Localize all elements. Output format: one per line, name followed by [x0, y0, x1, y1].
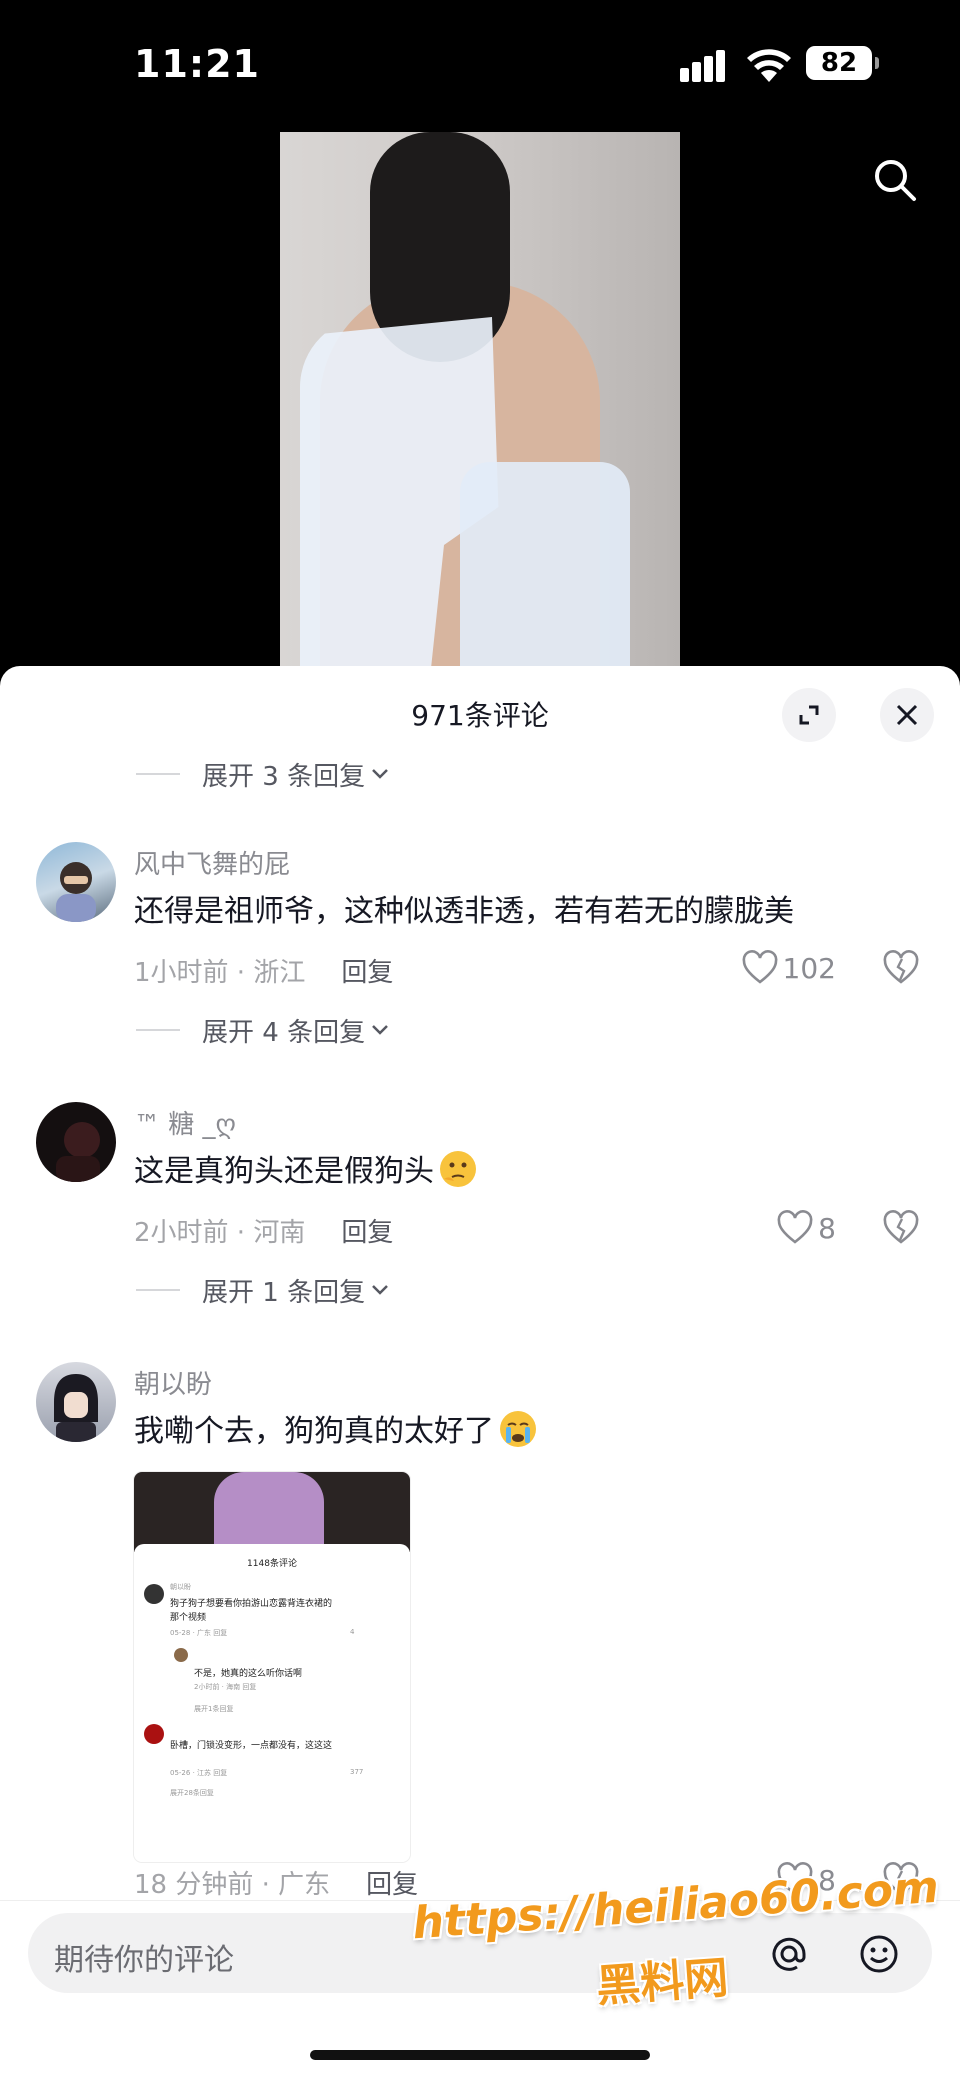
- chevron-down-icon: [372, 1025, 388, 1035]
- comment-text: 这是真狗头还是假狗头: [134, 1146, 478, 1190]
- thumbnail-expand-3: 展开28条回复: [170, 1789, 214, 1797]
- thumbnail-like-count: 4: [350, 1628, 355, 1636]
- heart-icon: [777, 1210, 813, 1244]
- crying-face-emoji-icon: [500, 1411, 536, 1447]
- chevron-down-icon: [372, 1285, 388, 1295]
- status-time: 11:21: [134, 42, 260, 86]
- comments-header: 971条评论: [0, 666, 960, 756]
- home-indicator[interactable]: [310, 2050, 650, 2060]
- status-bar: 11:21 82: [0, 0, 960, 130]
- comment-meta: 18 分钟前 · 广东 回复: [134, 1864, 418, 1901]
- thumbnail-avatar: [144, 1724, 164, 1744]
- wifi-icon: [747, 49, 791, 82]
- expand-replies-label: 展开 3 条回复: [202, 761, 366, 792]
- reply-button[interactable]: 回复: [366, 1870, 418, 1900]
- like-button[interactable]: 8: [776, 1210, 836, 1246]
- comment-username[interactable]: 风中飞舞的屁: [134, 844, 290, 881]
- reply-button[interactable]: 回复: [341, 1218, 393, 1248]
- expand-replies-button[interactable]: 展开 1 条回复: [136, 1270, 389, 1310]
- thumbnail-reply-text: 不是，她真的这么听你话啊: [194, 1669, 303, 1679]
- thumbnail-title: 1148条评论: [247, 1559, 297, 1569]
- close-comments-button[interactable]: [880, 688, 934, 742]
- avatar[interactable]: [36, 1362, 116, 1442]
- thumbnail-video-frame: [134, 1472, 410, 1552]
- dislike-icon[interactable]: [882, 950, 920, 986]
- watermark-text: 黑料网: [594, 1952, 730, 2013]
- thumbnail-comments-panel: 1148条评论 朝以盼 狗子狗子想要看你拍游山恋露背连衣裙的 那个视频 05-2…: [134, 1544, 410, 1862]
- expand-divider: [136, 773, 180, 775]
- avatar[interactable]: [36, 842, 116, 922]
- comment-input-placeholder: 期待你的评论: [54, 1943, 234, 1978]
- search-icon[interactable]: [870, 155, 920, 205]
- avatar-image: [56, 862, 96, 922]
- thumbnail-comment-meta: 05-28 · 广东 回复: [170, 1629, 228, 1637]
- reply-button[interactable]: 回复: [341, 958, 393, 988]
- comment-meta: 2小时前 · 河南 回复: [134, 1212, 393, 1249]
- avatar-image: [54, 1374, 98, 1442]
- comment-time-location: 2小时前 · 河南: [134, 1218, 306, 1248]
- comment-time-location: 18 分钟前 · 广东: [134, 1870, 331, 1900]
- like-count: 102: [782, 951, 836, 985]
- expand-replies-label: 展开 4 条回复: [202, 1017, 366, 1048]
- comment-time-location: 1小时前 · 浙江: [134, 958, 306, 988]
- comment-text-content: 我嘞个去，狗狗真的太好了: [134, 1414, 494, 1449]
- thumbnail-avatar: [174, 1648, 188, 1662]
- comment-text: 我嘞个去，狗狗真的太好了: [134, 1406, 538, 1450]
- video-player[interactable]: [280, 132, 680, 672]
- comment-username[interactable]: 朝以盼: [134, 1364, 212, 1401]
- comment-username[interactable]: ™ 糖 _ღ: [134, 1104, 236, 1141]
- thumbnail-comment-text-3: 卧槽，门锁没变形，一点都没有，这这这: [170, 1741, 333, 1751]
- thumbnail-reply-meta: 2小时前 · 海南 回复: [194, 1683, 257, 1691]
- close-icon: [896, 704, 918, 726]
- comment-text-content: 这是真狗头还是假狗头: [134, 1154, 434, 1189]
- thumbnail-avatar: [144, 1584, 164, 1604]
- avatar[interactable]: [36, 1102, 116, 1182]
- thumbnail-comment-meta-3: 05-26 · 江苏 回复: [170, 1769, 228, 1777]
- fullscreen-icon: [799, 705, 819, 725]
- thumbnail-expand: 展开1条回复: [194, 1705, 234, 1713]
- thumbnail-figure: [214, 1472, 324, 1552]
- thinking-face-emoji-icon: [440, 1151, 476, 1187]
- emoji-icon[interactable]: [858, 1933, 900, 1975]
- comment-meta: 1小时前 · 浙江 回复: [134, 952, 393, 989]
- thumbnail-comment-text: 狗子狗子想要看你拍游山恋露背连衣裙的: [170, 1599, 333, 1609]
- dislike-icon[interactable]: [882, 1210, 920, 1246]
- like-count: 8: [818, 1211, 836, 1245]
- expand-replies-button[interactable]: 展开 4 条回复: [136, 1010, 389, 1050]
- thumbnail-username: 朝以盼: [170, 1583, 191, 1591]
- expand-replies-label: 展开 1 条回复: [202, 1277, 366, 1308]
- chevron-down-icon: [372, 769, 388, 779]
- like-button[interactable]: 102: [741, 950, 836, 986]
- signal-icon: [680, 50, 732, 82]
- thumbnail-comment-text-2: 那个视频: [170, 1613, 207, 1623]
- comment-text: 还得是祖师爷，这种似透非透，若有若无的朦胧美: [134, 894, 794, 929]
- mention-icon[interactable]: [768, 1933, 810, 1975]
- comment-image-attachment[interactable]: 1148条评论 朝以盼 狗子狗子想要看你拍游山恋露背连衣裙的 那个视频 05-2…: [134, 1472, 410, 1862]
- video-frame-cloth-right: [460, 462, 630, 672]
- expand-divider: [136, 1289, 180, 1291]
- thumbnail-like-count-3: 377: [350, 1768, 364, 1776]
- avatar-image: [56, 1122, 100, 1182]
- battery-indicator: 82: [806, 46, 879, 80]
- heart-icon: [742, 950, 777, 984]
- expand-sheet-button[interactable]: [782, 688, 836, 742]
- expand-divider: [136, 1029, 180, 1031]
- expand-replies-button[interactable]: 展开 3 条回复: [136, 754, 389, 794]
